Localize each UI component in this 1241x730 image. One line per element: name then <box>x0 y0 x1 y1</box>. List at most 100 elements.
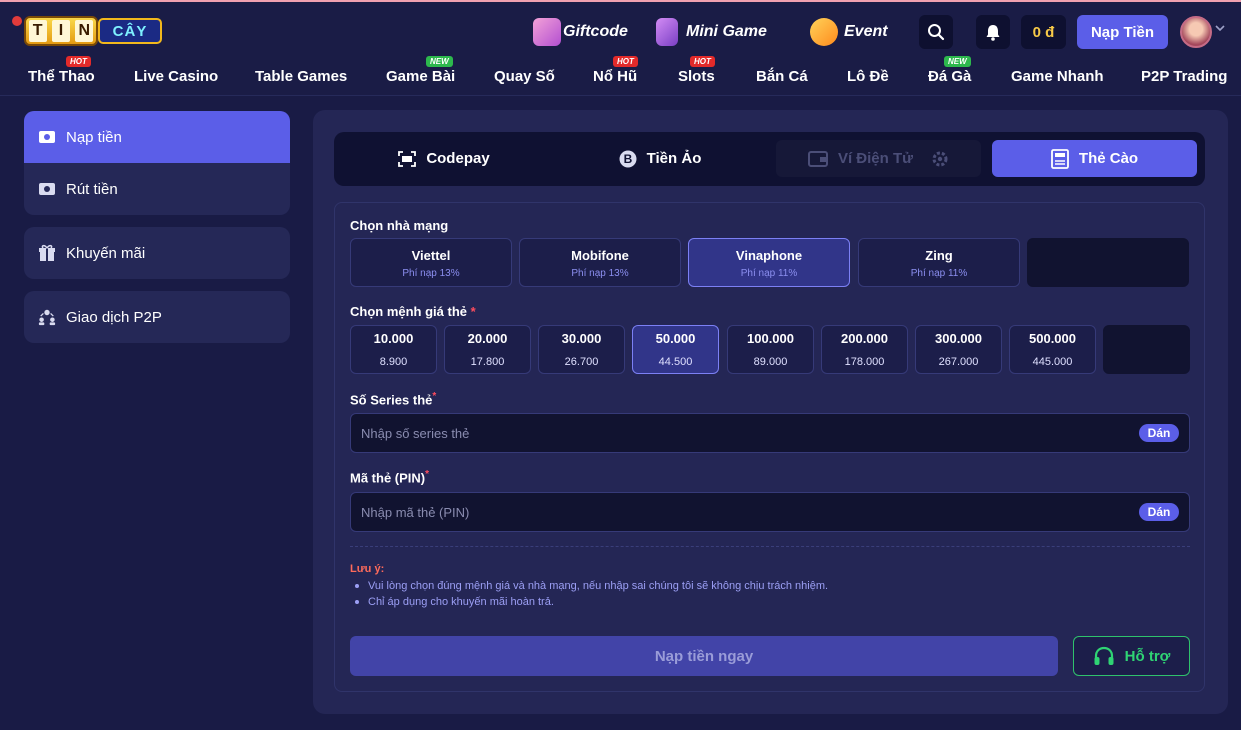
carrier-fee: Phí nạp 13% <box>571 268 629 279</box>
sidebar-item-p2p[interactable]: Giao dịch P2P <box>24 291 290 343</box>
nav-item-game-nhanh[interactable]: Game Nhanh <box>1011 68 1104 85</box>
denomination-value: 50.000 <box>655 331 696 346</box>
nav-item-the-thao[interactable]: Thể Thao HOT <box>28 56 95 85</box>
denomination-price: 17.800 <box>470 356 505 368</box>
denomination-100000[interactable]: 100.000 89.000 <box>727 325 814 374</box>
nav-label: Bắn Cá <box>756 68 808 85</box>
promo-giftcode[interactable]: Giftcode <box>533 16 628 48</box>
denomination-value: 300.000 <box>935 331 982 346</box>
denomination-300000[interactable]: 300.000 267.000 <box>915 325 1002 374</box>
promo-mini-game[interactable]: Mini Game <box>656 16 767 48</box>
avatar[interactable] <box>1180 16 1212 48</box>
nav-item-da-ga[interactable]: Đá Gà NEW <box>928 56 972 85</box>
tab-codepay[interactable]: Codepay <box>344 140 544 177</box>
hot-badge: HOT <box>690 56 715 67</box>
divider <box>350 546 1190 547</box>
denomination-30000[interactable]: 30.000 26.700 <box>538 325 625 374</box>
site-logo[interactable]: T I N CÂY <box>10 12 166 50</box>
denomination-20000[interactable]: 20.000 17.800 <box>444 325 531 374</box>
note-list: Vui lòng chọn đúng mệnh giá và nhà mạng,… <box>355 578 828 610</box>
note-item: Vui lòng chọn đúng mệnh giá và nhà mạng,… <box>355 578 828 594</box>
nav-label: Slots <box>678 68 715 85</box>
note-item: Chỉ áp dụng cho khuyến mãi hoàn trả. <box>355 594 828 610</box>
nav-item-ban-ca[interactable]: Bắn Cá <box>756 68 808 85</box>
nav-label: Đá Gà <box>928 68 972 85</box>
support-button[interactable]: Hỗ trợ <box>1073 636 1190 676</box>
hot-badge: HOT <box>66 56 91 67</box>
sidebar-promo-group: Khuyến mãi <box>24 227 290 279</box>
gift-box-icon <box>533 18 561 46</box>
nav-item-p2p-trading[interactable]: P2P Trading <box>1141 68 1227 85</box>
carrier-placeholder <box>1027 238 1189 287</box>
qr-scan-icon <box>398 150 417 167</box>
notifications-button[interactable] <box>976 15 1010 49</box>
submit-deposit-button[interactable]: Nạp tiền ngay <box>350 636 1058 676</box>
logo-reel: I <box>51 20 70 42</box>
carrier-option-viettel[interactable]: Viettel Phí nạp 13% <box>350 238 512 287</box>
nav-item-table-games[interactable]: Table Games <box>255 68 347 85</box>
logo-reels: T I N <box>24 16 98 46</box>
carrier-fee: Phí nạp 13% <box>402 268 460 279</box>
carrier-option-zing[interactable]: Zing Phí nạp 11% <box>858 238 1020 287</box>
denomination-200000[interactable]: 200.000 178.000 <box>821 325 908 374</box>
sidebar-item-promotions[interactable]: Khuyến mãi <box>24 227 290 279</box>
search-button[interactable] <box>919 15 953 49</box>
nav-item-live-casino[interactable]: Live Casino <box>134 68 218 85</box>
top-header: T I N CÂY Giftcode Mini Game Event 0 đ N… <box>0 0 1241 96</box>
denomination-10000[interactable]: 10.000 8.900 <box>350 325 437 374</box>
nav-label: Quay Số <box>494 68 555 85</box>
nav-item-lo-de[interactable]: Lô Đề <box>847 68 889 85</box>
balance-display: 0 đ <box>1021 15 1066 49</box>
scratch-card-form: Chọn nhà mạng Viettel Phí nạp 13% Mobifo… <box>334 202 1205 692</box>
search-icon <box>928 24 945 41</box>
sidebar-item-deposit[interactable]: Nạp tiền <box>24 111 290 163</box>
required-mark: * <box>425 469 430 480</box>
nav-item-no-hu[interactable]: Nổ Hũ HOT <box>593 56 638 85</box>
maintenance-gear-icon <box>931 150 949 168</box>
paste-serial-button[interactable]: Dán <box>1139 424 1179 442</box>
wallet-out-icon <box>38 180 56 198</box>
nav-item-game-bai[interactable]: Game Bài NEW <box>386 56 456 85</box>
nav-label: Table Games <box>255 68 348 85</box>
serial-field: Dán <box>350 413 1190 453</box>
logo-reel: T <box>28 20 47 42</box>
required-mark: * <box>470 304 476 319</box>
serial-label: Số Series thẻ* <box>350 391 436 407</box>
denomination-price: 8.900 <box>379 356 408 368</box>
promo-label: Giftcode <box>563 23 628 40</box>
nav-item-quay-so[interactable]: Quay Số <box>494 68 555 85</box>
megaphone-icon <box>810 18 838 46</box>
denomination-value: 20.000 <box>467 331 508 346</box>
carrier-option-vinaphone[interactable]: Vinaphone Phí nạp 11% <box>688 238 850 287</box>
carrier-name: Zing <box>925 248 953 263</box>
headset-icon <box>1093 646 1115 666</box>
tab-the-cao[interactable]: Thẻ Cào <box>992 140 1197 177</box>
denomination-value: 100.000 <box>747 331 794 346</box>
new-badge: NEW <box>944 56 971 67</box>
carrier-option-mobifone[interactable]: Mobifone Phí nạp 13% <box>519 238 681 287</box>
chevron-down-icon[interactable] <box>1215 24 1225 32</box>
paste-pin-button[interactable]: Dán <box>1139 503 1179 521</box>
header-deposit-button[interactable]: Nạp Tiền <box>1077 15 1168 49</box>
sidebar-item-label: Rút tiền <box>66 180 118 198</box>
sidebar-item-label: Giao dịch P2P <box>66 308 162 326</box>
tab-label: Thẻ Cào <box>1078 150 1139 167</box>
promo-label: Event <box>844 23 888 40</box>
denomination-label: Chọn mệnh giá thẻ * <box>350 304 476 319</box>
carrier-name: Mobifone <box>571 248 629 263</box>
tab-tien-ao[interactable]: B Tiền Ảo <box>560 140 760 177</box>
pin-input[interactable] <box>351 493 1121 531</box>
denomination-50000[interactable]: 50.000 44.500 <box>632 325 719 374</box>
sidebar-item-withdraw[interactable]: Rút tiền <box>24 163 290 215</box>
carrier-label: Chọn nhà mạng <box>350 218 449 233</box>
serial-label-text: Số Series thẻ <box>350 392 433 408</box>
denomination-500000[interactable]: 500.000 445.000 <box>1009 325 1096 374</box>
nav-label: Game Bài <box>386 68 456 85</box>
gift-icon <box>38 244 56 262</box>
serial-input[interactable] <box>351 414 1121 452</box>
tab-vi-dien-tu[interactable]: Ví Điện Tử <box>776 140 981 177</box>
promo-event[interactable]: Event <box>810 16 888 48</box>
new-badge: NEW <box>426 56 453 67</box>
scratch-card-icon <box>1051 148 1069 169</box>
nav-item-slots[interactable]: Slots HOT <box>678 56 715 85</box>
